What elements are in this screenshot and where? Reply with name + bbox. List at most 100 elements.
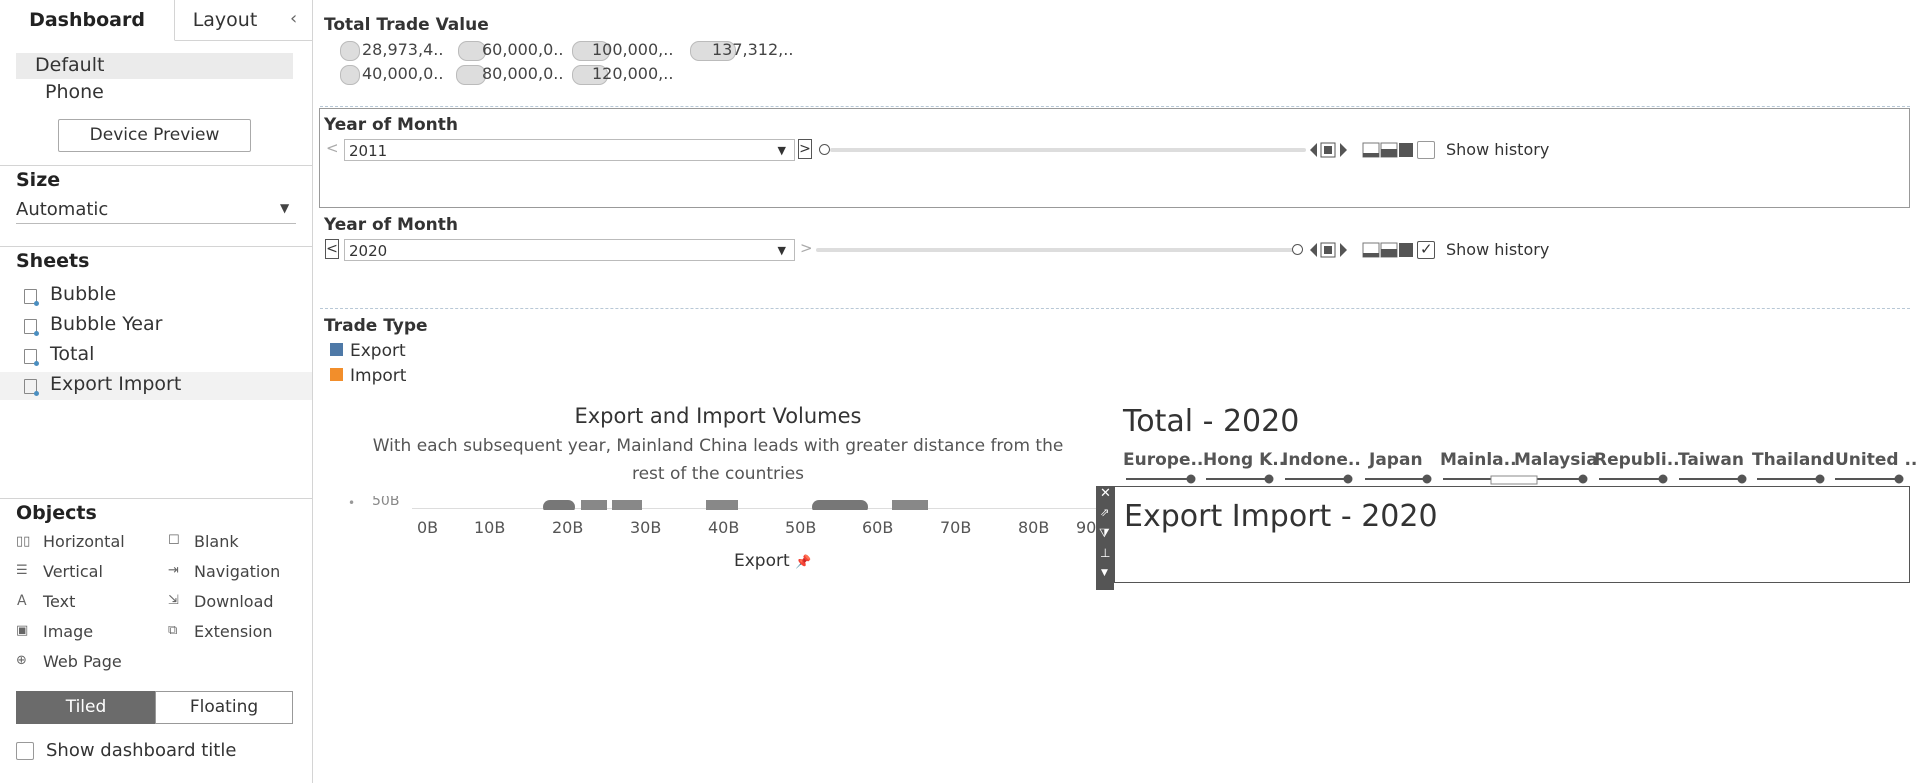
close-icon[interactable]: ✕ (1100, 486, 1111, 501)
chart-title: Export and Import Volumes (574, 404, 862, 428)
horizontal-container-icon: ▯▯ (16, 534, 31, 549)
device-default-row[interactable]: Default (16, 53, 293, 79)
device-phone[interactable]: Phone (45, 81, 104, 103)
object-download[interactable]: ⇲ Download (168, 592, 298, 614)
country-label[interactable]: Mainla.. (1440, 450, 1517, 470)
slider-track[interactable] (816, 248, 1296, 252)
previous-icon[interactable]: < (325, 239, 339, 259)
export-import-sheet-title: Export Import - 2020 (1124, 499, 1438, 534)
country-label[interactable]: Republi.. (1594, 450, 1680, 470)
next-icon[interactable]: > (800, 239, 813, 257)
playback-controls[interactable] (1308, 141, 1368, 159)
chart-mark[interactable] (812, 500, 868, 510)
country-label[interactable]: Europe.. (1123, 450, 1203, 470)
step-forward-icon (1340, 143, 1347, 157)
chart-mark[interactable] (892, 500, 928, 510)
sheet-item-export-import[interactable]: Export Import (0, 372, 312, 400)
image-icon: ▣ (16, 623, 29, 638)
legend-label: Import (350, 366, 407, 386)
country-label[interactable]: Taiwan (1678, 450, 1744, 470)
year-dropdown[interactable]: 2011 ▼ (344, 139, 795, 161)
object-horizontal[interactable]: ▯▯ Horizontal (16, 532, 156, 554)
country-label[interactable]: United .. (1835, 450, 1917, 470)
slider-knob[interactable] (819, 144, 830, 155)
legend-label: Export (350, 341, 406, 361)
size-legend-value: 28,973,4.. (362, 40, 444, 59)
tiled-button[interactable]: Tiled (16, 691, 156, 724)
y-tick-mark: • (348, 496, 356, 510)
x-axis-label: Export (734, 551, 790, 571)
speed-controls[interactable] (1362, 241, 1414, 259)
object-vertical[interactable]: ☰ Vertical (16, 562, 156, 584)
filter-icon[interactable]: ⧩ (1099, 526, 1110, 541)
x-tick-label: 80B (1018, 518, 1050, 537)
tab-dashboard[interactable]: Dashboard (0, 0, 175, 41)
legend-item-import[interactable]: Import (328, 366, 448, 388)
country-label[interactable]: Malaysia (1514, 450, 1598, 470)
chart-mark[interactable] (706, 500, 738, 510)
collapse-panel-icon[interactable]: ‹ (290, 8, 297, 29)
go-to-sheet-icon[interactable]: ⇗ (1100, 506, 1109, 519)
size-dropdown[interactable]: Automatic ▼ (16, 199, 296, 223)
country-label[interactable]: Indone.. (1282, 450, 1361, 470)
sheet-item-bubble-year[interactable]: Bubble Year (0, 312, 312, 340)
size-legend-value: 120,000,.. (592, 64, 674, 83)
chart-mark[interactable] (581, 500, 607, 510)
slider-track[interactable] (830, 148, 1306, 152)
show-history-checkbox[interactable] (1417, 141, 1435, 159)
show-history-checkbox[interactable]: ✓ (1417, 240, 1435, 259)
chart-mark[interactable] (543, 500, 575, 510)
x-tick-label: 40B (708, 518, 740, 537)
object-text[interactable]: A Text (16, 592, 156, 614)
export-import-sheet[interactable]: Export Import - 2020 (1114, 486, 1910, 583)
sheet-item-bubble[interactable]: Bubble (0, 282, 312, 310)
container-toolbar: ✕ ⇗ ⧩ ⊥ ▼ (1096, 486, 1114, 590)
country-label[interactable]: Hong K.. (1203, 450, 1285, 470)
country-label[interactable]: Japan (1369, 450, 1423, 470)
previous-icon[interactable]: < (326, 139, 339, 157)
x-tick-label: 60B (862, 518, 894, 537)
divider (320, 106, 1910, 107)
x-axis: 0B 10B 20B 30B 40B 50B 60B 70B 80B 90 (330, 518, 1106, 542)
worksheet-icon (24, 289, 39, 306)
chart-mark[interactable] (612, 500, 642, 510)
legend-item-export[interactable]: Export (328, 341, 448, 363)
checkmark-icon: ✓ (1420, 240, 1433, 258)
object-image[interactable]: ▣ Image (16, 622, 156, 644)
worksheet-icon (24, 349, 39, 366)
sheet-item-total[interactable]: Total (0, 342, 312, 370)
object-navigation[interactable]: ⇥ Navigation (168, 562, 298, 584)
globe-icon: ⊕ (16, 653, 27, 668)
x-tick-label: 50B (785, 518, 817, 537)
gridline (412, 508, 1102, 509)
show-title-checkbox[interactable] (16, 742, 34, 760)
filter-title: Year of Month (324, 115, 458, 135)
size-title: Size (16, 169, 61, 191)
country-label[interactable]: Thailand (1752, 450, 1835, 470)
more-options-icon[interactable]: ▼ (1101, 568, 1108, 578)
device-preview-button[interactable]: Device Preview (58, 119, 251, 152)
object-extension[interactable]: ⧉ Extension (168, 622, 298, 644)
object-blank[interactable]: ☐ Blank (168, 532, 298, 554)
pin-icon[interactable]: ⊥ (1100, 546, 1110, 560)
chart-subtitle-line1: With each subsequent year, Mainland Chin… (372, 436, 1064, 456)
filter-title: Year of Month (324, 215, 458, 235)
playback-controls[interactable] (1308, 241, 1368, 259)
download-icon: ⇲ (168, 593, 179, 608)
extension-icon: ⧉ (168, 623, 178, 638)
slider-knob[interactable] (1292, 244, 1303, 255)
step-back-icon (1310, 143, 1317, 157)
year-dropdown[interactable]: 2020 ▼ (344, 239, 795, 261)
trade-legend-title: Trade Type (324, 316, 428, 336)
show-history-label: Show history (1446, 140, 1550, 159)
size-legend-value: 40,000,0.. (362, 64, 444, 83)
speed-controls[interactable] (1362, 141, 1414, 159)
object-web-page[interactable]: ⊕ Web Page (16, 652, 156, 674)
tab-layout[interactable]: Layout (175, 0, 275, 40)
sheet-label: Bubble Year (50, 313, 163, 335)
x-tick-label: 30B (630, 518, 662, 537)
x-tick-label: 70B (940, 518, 972, 537)
x-axis-title[interactable]: Export 📌 (734, 551, 811, 571)
next-icon[interactable]: > (798, 139, 812, 159)
floating-button[interactable]: Floating (155, 691, 293, 724)
